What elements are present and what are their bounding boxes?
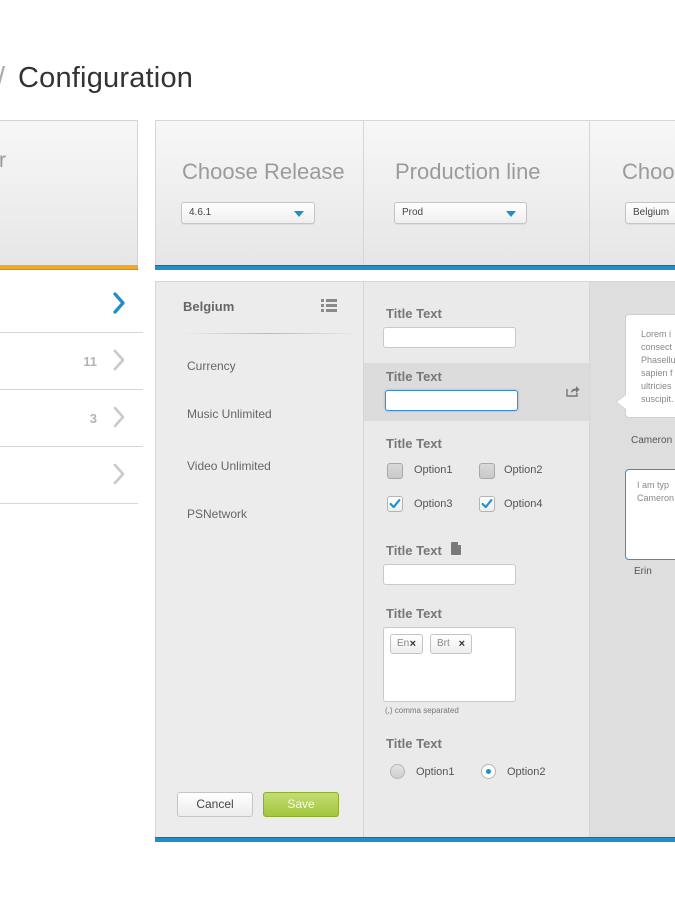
category-item-video-unlimited[interactable]: Video Unlimited: [187, 459, 271, 473]
category-item-psnetwork[interactable]: PSNetwork: [187, 507, 247, 521]
left-panel-accent-bar: [0, 265, 138, 270]
share-icon[interactable]: [566, 385, 580, 397]
country-card-title: Choos: [622, 159, 675, 184]
left-panel-title: r: [0, 149, 6, 172]
chevron-right-icon: [113, 292, 125, 314]
checkmark-icon: [389, 499, 401, 509]
dropdown-caret-icon: [294, 211, 304, 217]
breadcrumb-separator: /: [0, 62, 5, 95]
left-panel-header: r: [0, 120, 138, 267]
tag-input[interactable]: En × Brt ×: [383, 627, 516, 702]
checkbox-option3[interactable]: [387, 496, 403, 512]
checkmark-icon: [481, 499, 493, 509]
category-header: Belgium: [183, 299, 235, 314]
checkbox-label: Option4: [504, 498, 543, 510]
cancel-button[interactable]: Cancel: [177, 792, 253, 817]
header-accent-bar: [155, 265, 675, 270]
tag-label: Brt: [437, 638, 450, 649]
chevron-right-icon: [113, 349, 125, 371]
checkbox-label: Option3: [414, 498, 453, 510]
close-icon[interactable]: ×: [459, 635, 465, 653]
checkbox-option4[interactable]: [479, 496, 495, 512]
radio-label: Option1: [416, 766, 455, 778]
checkbox-option1[interactable]: [387, 463, 403, 479]
dropdown-caret-icon: [506, 211, 516, 217]
country-select[interactable]: Belgium: [625, 202, 675, 224]
field-title: Title Text: [386, 436, 442, 451]
text-input[interactable]: [383, 327, 516, 348]
tag-input-hint: (,) comma separated: [385, 706, 459, 715]
release-card: Choose Release 4.6.1: [155, 120, 364, 265]
left-nav-row[interactable]: 11: [0, 333, 143, 390]
checkbox-option2[interactable]: [479, 463, 495, 479]
left-nav-row[interactable]: [0, 447, 138, 504]
radio-option2[interactable]: [481, 764, 496, 779]
left-nav-row[interactable]: 3: [0, 390, 143, 447]
text-input-focused[interactable]: [385, 390, 518, 411]
release-card-title: Choose Release: [182, 159, 345, 184]
left-nav-row[interactable]: [0, 276, 143, 333]
form-column: Title Text Title Text Title Text Option1…: [364, 281, 590, 837]
page-title: Configuration: [18, 62, 194, 94]
chevron-right-icon: [113, 463, 125, 485]
comment-bubble: Lorem i consect Phasellu sapien f ultric…: [625, 314, 675, 418]
tag-chip[interactable]: Brt ×: [430, 634, 472, 654]
footer-accent-bar: [155, 837, 675, 842]
radio-label: Option2: [507, 766, 546, 778]
text-input[interactable]: [383, 564, 516, 585]
row-count: 3: [89, 411, 97, 426]
list-view-icon[interactable]: [321, 299, 337, 312]
field-title: Title Text: [386, 369, 442, 384]
save-button[interactable]: Save: [263, 792, 339, 817]
country-select-value: Belgium: [633, 207, 670, 218]
category-item-music-unlimited[interactable]: Music Unlimited: [187, 407, 272, 421]
chevron-right-icon: [113, 406, 125, 428]
field-title: Title Text: [386, 606, 442, 621]
row-count: 11: [83, 354, 97, 369]
production-line-card: Production line Prod: [364, 120, 590, 265]
production-line-select[interactable]: Prod: [394, 202, 527, 224]
tag-label: En: [397, 638, 410, 649]
comment-author: Erin: [634, 566, 652, 577]
category-column: Belgium Currency Music Unlimited Video U…: [155, 281, 364, 837]
release-select-value: 4.6.1: [189, 207, 212, 218]
radio-option1[interactable]: [390, 764, 405, 779]
document-icon: [451, 542, 461, 555]
production-line-select-value: Prod: [402, 207, 424, 218]
close-icon[interactable]: ×: [410, 635, 416, 653]
field-title: Title Text: [386, 543, 442, 558]
release-select[interactable]: 4.6.1: [181, 202, 315, 224]
comment-input[interactable]: I am typ Cameron: [625, 469, 675, 560]
divider: [181, 333, 359, 334]
bubble-pointer-inner: [617, 395, 626, 409]
production-line-card-title: Production line: [395, 159, 541, 184]
category-item-currency[interactable]: Currency: [187, 359, 236, 373]
checkbox-label: Option1: [414, 464, 453, 476]
comments-column: Lorem i consect Phasellu sapien f ultric…: [590, 281, 675, 837]
country-card: Choos Belgium: [590, 120, 675, 265]
field-title: Title Text: [386, 736, 442, 751]
field-title: Title Text: [386, 306, 442, 321]
comment-author: Cameron: [631, 435, 673, 446]
checkbox-label: Option2: [504, 464, 543, 476]
tag-chip[interactable]: En ×: [390, 634, 423, 654]
